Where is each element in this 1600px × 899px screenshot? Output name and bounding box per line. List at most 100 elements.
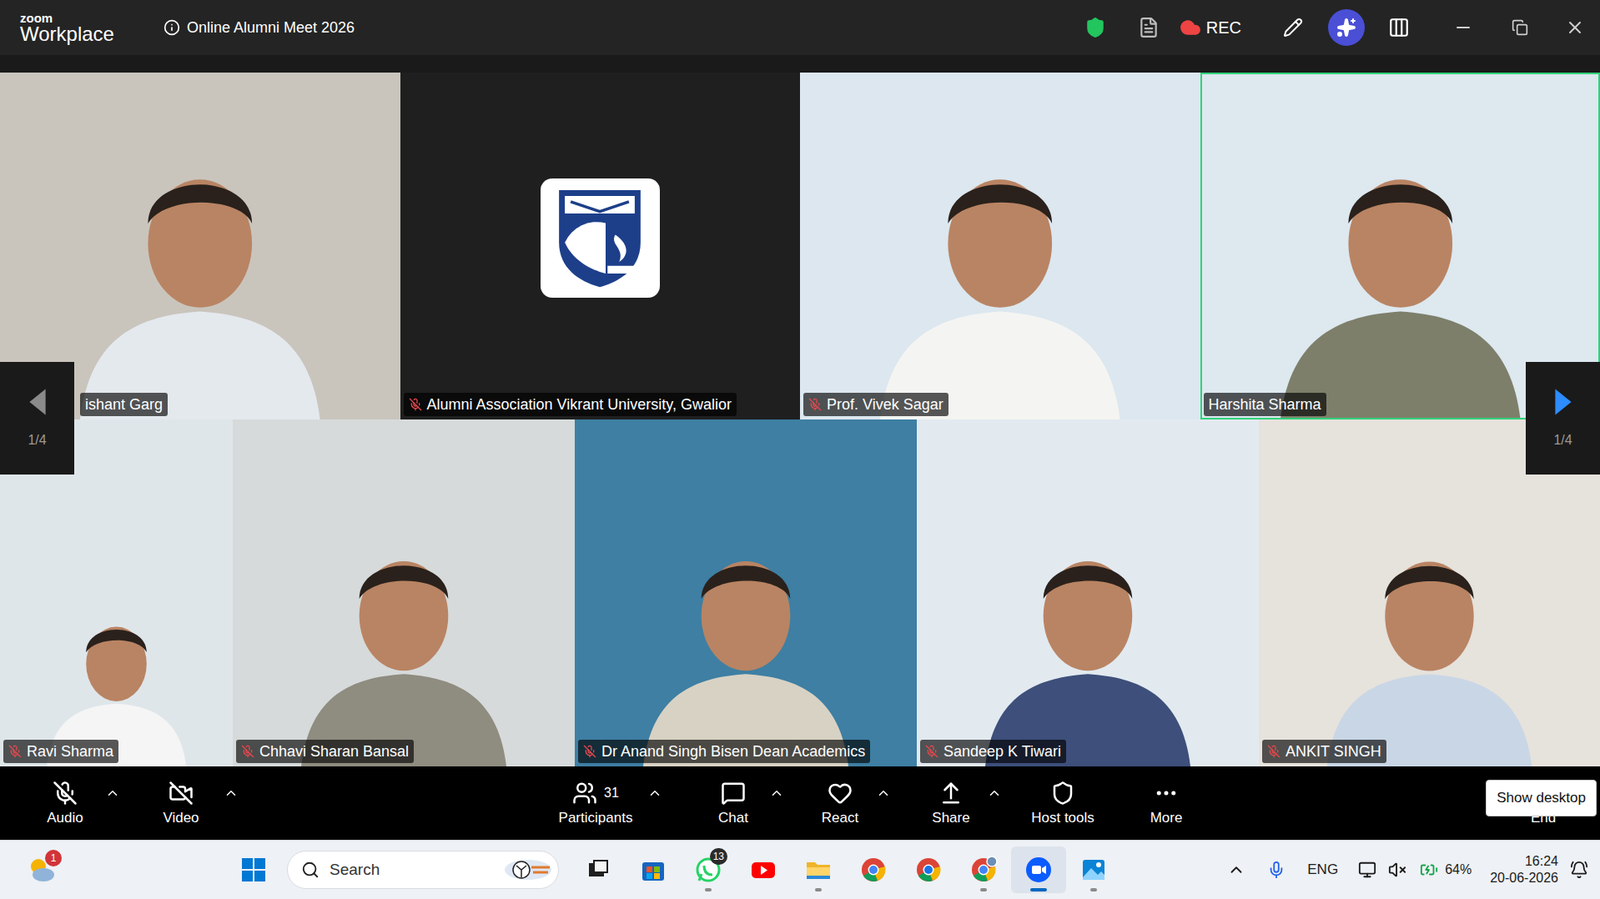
muted-mic-icon — [408, 397, 423, 412]
restore-icon[interactable] — [1511, 19, 1529, 36]
windows-start-icon[interactable] — [240, 856, 267, 884]
taskbar-app[interactable] — [900, 846, 956, 894]
options-chevron[interactable] — [102, 785, 123, 821]
notification-badge: 1 — [45, 850, 62, 867]
display-icon[interactable] — [1358, 860, 1377, 880]
language-indicator[interactable]: ENG — [1307, 859, 1339, 881]
participant-name-label: Ravi Sharma — [3, 739, 119, 764]
youtube-icon — [749, 855, 778, 885]
audio-button[interactable]: Audio — [27, 779, 103, 827]
previous-page-button[interactable]: 1/4 — [0, 362, 75, 475]
chevron-up-icon — [647, 785, 663, 801]
right-arrow-icon — [1553, 387, 1574, 418]
show-hidden-icons-icon[interactable] — [1227, 860, 1246, 880]
person-silhouette-icon — [916, 419, 1259, 767]
taskbar-app[interactable]: 13 — [680, 846, 736, 894]
zoom-logo: zoomWorkplace — [20, 11, 164, 45]
store-icon — [638, 855, 668, 885]
recording-indicator[interactable]: REC — [1179, 15, 1242, 41]
notes-icon[interactable] — [1137, 16, 1160, 39]
university-logo — [540, 178, 660, 298]
participant-name-label: Prof. Vivek Sagar — [803, 392, 949, 417]
options-chevron[interactable] — [766, 785, 787, 821]
options-chevron[interactable] — [221, 785, 242, 821]
muted-mic-icon — [583, 744, 597, 759]
chevron-up-icon — [875, 785, 891, 801]
taskbar-app[interactable] — [1011, 846, 1067, 894]
mic-off-icon — [52, 780, 78, 806]
participant-name-label: ANKIT SINGH — [1262, 739, 1387, 764]
running-indicator — [980, 888, 987, 892]
more-button[interactable]: More — [1132, 779, 1200, 827]
muted-mic-icon — [1267, 744, 1281, 759]
video-button[interactable]: Video — [140, 779, 222, 827]
annotate-icon[interactable] — [1283, 17, 1304, 38]
shield-icon — [1050, 780, 1076, 806]
chevron-up-icon — [769, 785, 785, 801]
taskbar-app[interactable] — [790, 846, 846, 894]
microphone-icon[interactable] — [1267, 860, 1286, 880]
options-chevron[interactable] — [873, 785, 894, 821]
heart-icon — [827, 780, 853, 806]
options-chevron[interactable] — [644, 785, 665, 821]
battery-icon[interactable] — [1418, 860, 1440, 880]
sparkle-icon — [1336, 17, 1357, 38]
chrome-icon — [969, 855, 998, 885]
participants-button[interactable]: 31Participants — [546, 779, 645, 827]
taskbar-app[interactable] — [735, 846, 791, 894]
show-desktop-tooltip: Show desktop — [1485, 779, 1597, 817]
battery-percentage: 64% — [1444, 860, 1472, 881]
meeting-info[interactable]: Online Alumni Meet 2026 — [163, 16, 355, 40]
meeting-toolbar: Audio Video 31Participants Chat React Share Ho… — [0, 766, 1600, 841]
muted-mic-icon — [808, 397, 822, 412]
taskbar-app[interactable] — [845, 846, 901, 894]
next-page-button[interactable]: 1/4 — [1525, 362, 1600, 475]
zoom-window: zoomWorkplaceOnline Alumni Meet 2026RECi… — [0, 0, 1600, 899]
participants-icon — [572, 780, 598, 806]
chevron-up-icon — [223, 785, 239, 801]
chevron-up-icon — [105, 785, 121, 801]
taskbar-search-box[interactable]: Search — [286, 850, 559, 890]
view-layout-icon[interactable] — [1388, 16, 1410, 39]
volume-muted-icon[interactable] — [1388, 860, 1407, 880]
more-icon — [1153, 780, 1179, 806]
system-tray: ENG 64% 16:2420-06-2026 — [1227, 853, 1600, 887]
video-tile[interactable]: Sandeep K Tiwari — [916, 419, 1259, 767]
options-chevron[interactable] — [984, 785, 1005, 821]
search-highlight-icon — [503, 855, 554, 885]
participant-name-label: Dr Anand Singh Bisen Dean Academics — [578, 739, 871, 764]
video-tile[interactable]: Chhavi Sharan Bansal — [232, 419, 575, 767]
title-bar: zoomWorkplaceOnline Alumni Meet 2026 REC — [0, 0, 1600, 56]
weather-widget[interactable]: 1 — [26, 855, 57, 886]
taskbar-app[interactable] — [625, 846, 681, 894]
clock[interactable]: 16:2420-06-2026 — [1489, 853, 1559, 887]
react-button[interactable]: React — [806, 779, 874, 827]
close-icon[interactable] — [1564, 17, 1585, 38]
video-tile[interactable]: Prof. Vivek Sagar — [800, 72, 1201, 420]
taskbar-app[interactable] — [1066, 846, 1122, 894]
video-tile[interactable]: Alumni Association Vikrant University, G… — [400, 72, 801, 420]
notifications-icon[interactable] — [1569, 860, 1589, 880]
running-indicator — [1030, 888, 1047, 892]
task-view-icon — [583, 855, 613, 885]
file-explorer-icon — [804, 855, 833, 885]
minimize-icon[interactable] — [1453, 17, 1474, 38]
person-silhouette-icon — [800, 72, 1201, 420]
encryption-shield-icon[interactable] — [1084, 16, 1107, 39]
person-silhouette-icon — [232, 419, 575, 767]
video-tile[interactable]: Dr Anand Singh Bisen Dean Academics — [574, 419, 917, 767]
notification-badge: 13 — [709, 848, 728, 866]
photos-icon — [1079, 855, 1108, 885]
share-button[interactable]: Share — [917, 779, 985, 827]
video-off-icon — [168, 780, 194, 806]
search-icon — [301, 860, 320, 880]
chat-button[interactable]: Chat — [699, 779, 767, 827]
chrome-icon — [859, 855, 888, 885]
ai-companion-button[interactable] — [1328, 9, 1365, 46]
person-silhouette-icon — [574, 419, 917, 767]
shield-crest-icon — [550, 184, 650, 292]
host-button[interactable]: Host tools — [1021, 779, 1105, 827]
taskbar-app[interactable] — [570, 846, 626, 894]
muted-mic-icon — [8, 744, 22, 759]
taskbar-app[interactable] — [955, 846, 1012, 894]
